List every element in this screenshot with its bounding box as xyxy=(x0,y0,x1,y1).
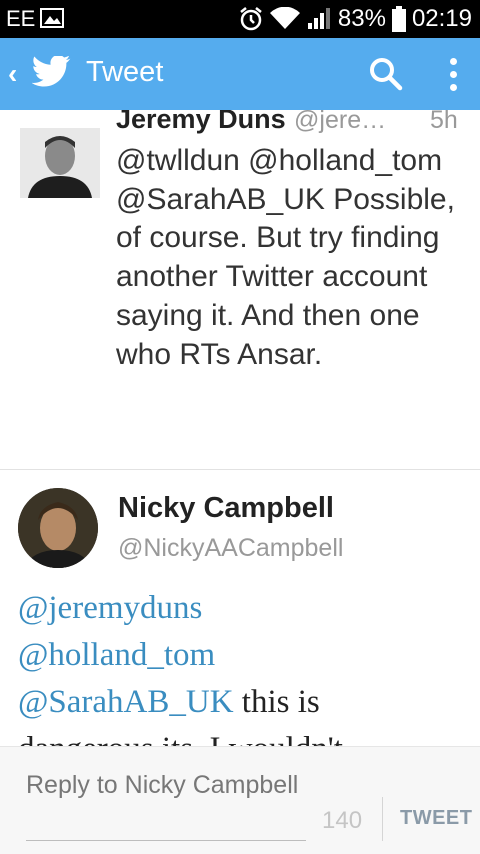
battery-icon xyxy=(391,6,406,32)
mention-link[interactable]: @holland_tom xyxy=(18,637,215,673)
search-icon[interactable] xyxy=(368,56,404,97)
tweet-text: @twlldun @holland_tom @SarahAB_UK Possib… xyxy=(116,144,455,371)
author-handle[interactable]: @jere… xyxy=(294,110,386,134)
avatar[interactable] xyxy=(20,128,100,198)
wifi-icon xyxy=(269,7,300,31)
alarm-icon xyxy=(238,6,264,32)
back-button[interactable]: ‹ xyxy=(0,38,78,110)
tweet-header: Jeremy Duns @jere… xyxy=(116,110,466,138)
reply-input[interactable]: Reply to Nicky Campbell xyxy=(26,769,306,841)
overflow-menu-icon[interactable] xyxy=(442,54,466,94)
status-bar: EE 83% 02:19 xyxy=(0,0,480,38)
author-handle[interactable]: @NickyAACampbell xyxy=(118,534,343,563)
page-title: Tweet xyxy=(86,56,164,88)
status-icons: 83% 02:19 xyxy=(238,3,472,35)
tweet-jeremy-duns[interactable]: Jeremy Duns @jere… 5h @twlldun @holland_… xyxy=(0,110,480,470)
carrier-label: EE xyxy=(6,6,36,31)
avatar[interactable] xyxy=(18,488,98,568)
divider xyxy=(382,797,383,841)
image-notification-icon xyxy=(40,8,64,28)
author-name[interactable]: Jeremy Duns xyxy=(116,110,286,134)
mention-link[interactable]: @jeremyduns xyxy=(18,590,202,626)
battery-percent: 83% xyxy=(337,5,386,32)
tweet-timestamp: 5h xyxy=(430,110,458,134)
tweet-text-fragment: this is xyxy=(241,684,320,720)
tweet-nicky-campbell: Nicky Campbell @NickyAACampbell @jeremyd… xyxy=(0,470,480,746)
clock: 02:19 xyxy=(411,5,472,32)
tweet-text-fragment: dangerous its. I wouldn't xyxy=(18,731,343,746)
tweet-feed[interactable]: Jeremy Duns @jere… 5h @twlldun @holland_… xyxy=(0,110,480,746)
back-chevron-icon: ‹ xyxy=(8,58,18,89)
tweet-button[interactable]: TWEET xyxy=(400,807,473,830)
action-bar: ‹ Tweet xyxy=(0,38,480,110)
mention-link[interactable]: @SarahAB_UK xyxy=(18,684,234,720)
tweet-text: @jeremyduns @holland_tom @SarahAB_UK thi… xyxy=(18,585,458,746)
reply-bar: Reply to Nicky Campbell 140 TWEET xyxy=(0,746,480,854)
twitter-bird-icon xyxy=(31,55,72,95)
signal-icon xyxy=(306,7,332,31)
character-count: 140 xyxy=(322,807,363,834)
author-name[interactable]: Nicky Campbell xyxy=(118,492,334,525)
